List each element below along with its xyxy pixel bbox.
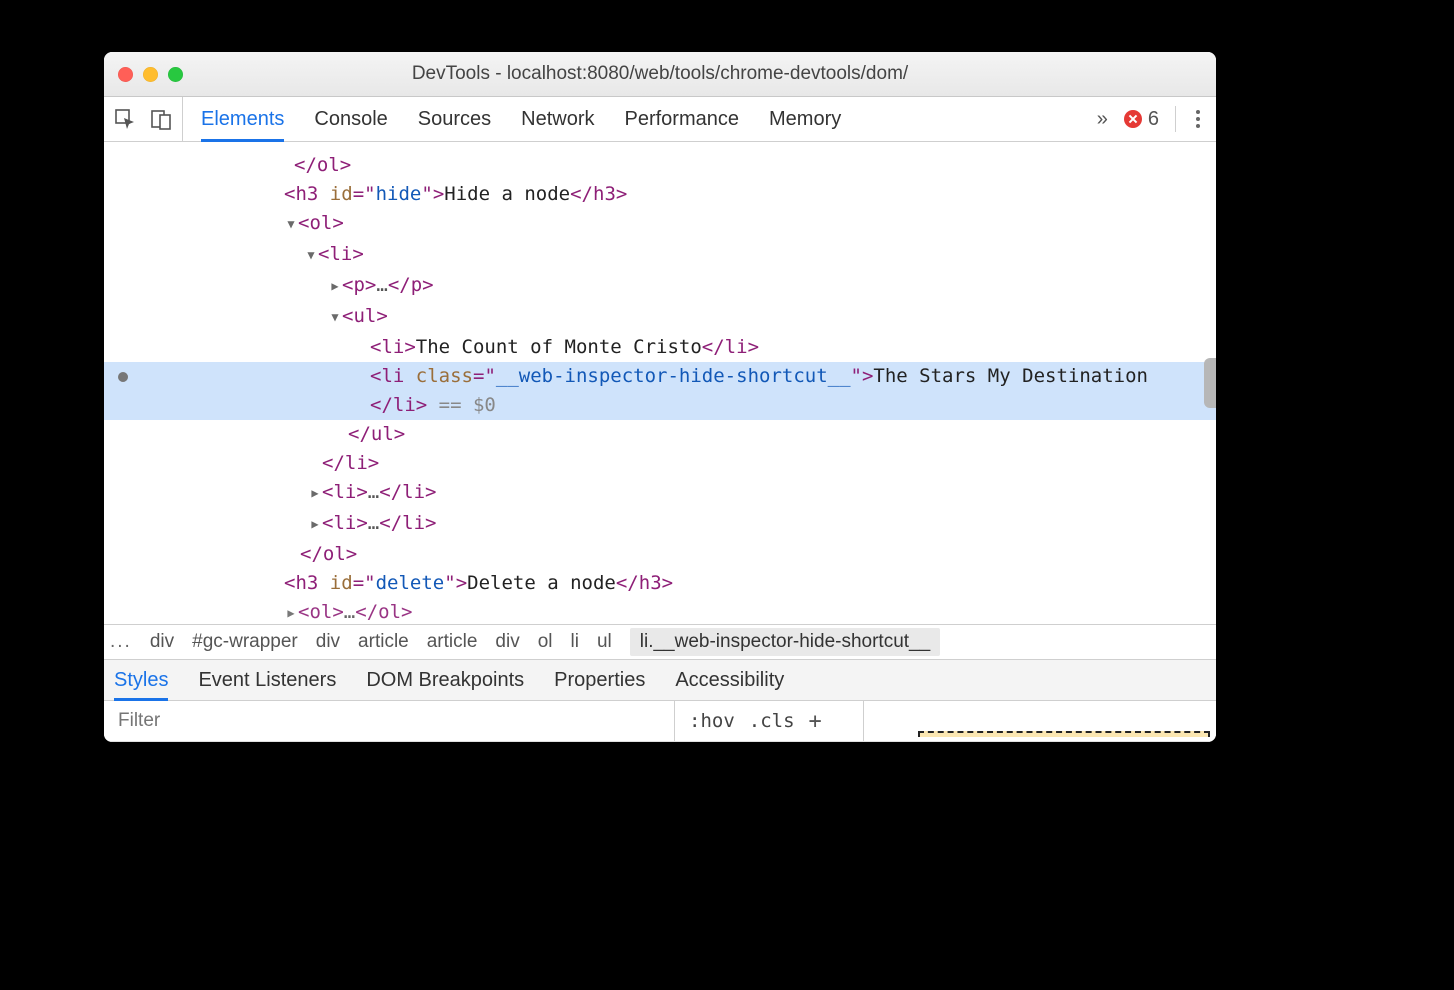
tab-sources[interactable]: Sources xyxy=(418,97,491,141)
expand-icon[interactable] xyxy=(308,508,322,539)
tab-performance[interactable]: Performance xyxy=(625,97,740,141)
breadcrumb-overflow[interactable]: ... xyxy=(110,631,132,653)
collapse-icon[interactable] xyxy=(328,301,342,332)
zoom-window-button[interactable] xyxy=(168,67,183,82)
devtools-window: DevTools - localhost:8080/web/tools/chro… xyxy=(104,52,1216,742)
dom-line[interactable]: <p>…</p> xyxy=(104,271,1216,302)
styles-filter-row: :hov .cls + xyxy=(104,701,1216,742)
dom-line-selected[interactable]: </li> == $0 xyxy=(104,391,1216,420)
dom-line[interactable]: </ul> xyxy=(104,420,1216,449)
breadcrumb-item[interactable]: article xyxy=(358,631,409,653)
breadcrumb-item[interactable]: div xyxy=(495,631,519,653)
error-icon xyxy=(1124,110,1142,128)
tab-elements[interactable]: Elements xyxy=(201,97,284,141)
dom-tree-pane[interactable]: <li>…</li> </ol> <h3 id="hide">Hide a no… xyxy=(104,142,1216,624)
separator xyxy=(1175,106,1176,132)
dom-line[interactable]: <li>…</li> xyxy=(104,509,1216,540)
new-style-rule-icon[interactable]: + xyxy=(809,709,822,734)
dom-line[interactable]: </ol> xyxy=(104,151,1216,180)
cls-toggle[interactable]: .cls xyxy=(749,710,795,732)
subtab-event-listeners[interactable]: Event Listeners xyxy=(198,660,336,700)
hov-toggle[interactable]: :hov xyxy=(689,710,735,732)
box-model-margin xyxy=(918,731,1210,737)
breadcrumb-item[interactable]: div xyxy=(316,631,340,653)
dom-line[interactable]: <ol> xyxy=(104,209,1216,240)
styles-filter-input[interactable] xyxy=(104,701,675,741)
expand-icon[interactable] xyxy=(294,142,308,150)
collapse-icon[interactable] xyxy=(304,239,318,270)
subtab-accessibility[interactable]: Accessibility xyxy=(675,660,784,700)
toolbar-right: » 6 xyxy=(1097,97,1216,141)
dom-line[interactable]: <ul> xyxy=(104,302,1216,333)
expand-icon[interactable] xyxy=(328,270,342,301)
tabs-overflow-icon[interactable]: » xyxy=(1097,108,1108,131)
dom-line[interactable]: <li> xyxy=(104,240,1216,271)
hidden-node-indicator-icon xyxy=(118,372,128,382)
toolbar-left xyxy=(104,97,183,141)
breadcrumb-item[interactable]: article xyxy=(427,631,478,653)
dom-line[interactable]: <li>…</li> xyxy=(104,478,1216,509)
error-count[interactable]: 6 xyxy=(1124,108,1159,131)
device-toolbar-icon[interactable] xyxy=(150,108,172,130)
dom-line[interactable]: <ol>…</ol> xyxy=(104,598,1216,624)
settings-menu-icon[interactable] xyxy=(1192,110,1204,128)
dom-line[interactable]: </li> xyxy=(104,449,1216,478)
inspect-element-icon[interactable] xyxy=(114,108,136,130)
scrollbar-thumb[interactable] xyxy=(1204,358,1216,408)
subtab-dom-breakpoints[interactable]: DOM Breakpoints xyxy=(366,660,524,700)
breadcrumb-item[interactable]: ul xyxy=(597,631,612,653)
dom-line[interactable]: <h3 id="delete">Delete a node</h3> xyxy=(104,569,1216,598)
expand-icon[interactable] xyxy=(284,597,298,624)
dom-line[interactable]: <h3 id="hide">Hide a node</h3> xyxy=(104,180,1216,209)
close-window-button[interactable] xyxy=(118,67,133,82)
tab-network[interactable]: Network xyxy=(521,97,594,141)
error-count-value: 6 xyxy=(1148,108,1159,131)
breadcrumb-item[interactable]: #gc-wrapper xyxy=(192,631,298,653)
window-controls xyxy=(118,67,183,82)
tab-console[interactable]: Console xyxy=(314,97,387,141)
styles-filter-buttons: :hov .cls + xyxy=(675,701,864,741)
subtab-styles[interactable]: Styles xyxy=(114,660,168,700)
dom-line-selected[interactable]: <li class="__web-inspector-hide-shortcut… xyxy=(104,362,1216,391)
minimize-window-button[interactable] xyxy=(143,67,158,82)
dom-line[interactable]: </ol> xyxy=(104,540,1216,569)
window-title: DevTools - localhost:8080/web/tools/chro… xyxy=(104,63,1216,85)
breadcrumb-item[interactable]: li xyxy=(571,631,579,653)
toolbar: Elements Console Sources Network Perform… xyxy=(104,97,1216,142)
panel-tabs: Elements Console Sources Network Perform… xyxy=(183,97,1097,141)
breadcrumb: ... div #gc-wrapper div article article … xyxy=(104,624,1216,659)
breadcrumb-item[interactable]: ol xyxy=(538,631,553,653)
tab-memory[interactable]: Memory xyxy=(769,97,841,141)
dom-line[interactable]: <li>The Count of Monte Cristo</li> xyxy=(104,333,1216,362)
breadcrumb-item[interactable]: div xyxy=(150,631,174,653)
sidebar-tabs: Styles Event Listeners DOM Breakpoints P… xyxy=(104,659,1216,701)
box-model-pane xyxy=(864,701,1216,741)
breadcrumb-item-selected[interactable]: li.__web-inspector-hide-shortcut__ xyxy=(630,628,940,656)
collapse-icon[interactable] xyxy=(284,208,298,239)
titlebar: DevTools - localhost:8080/web/tools/chro… xyxy=(104,52,1216,97)
subtab-properties[interactable]: Properties xyxy=(554,660,645,700)
expand-icon[interactable] xyxy=(308,477,322,508)
